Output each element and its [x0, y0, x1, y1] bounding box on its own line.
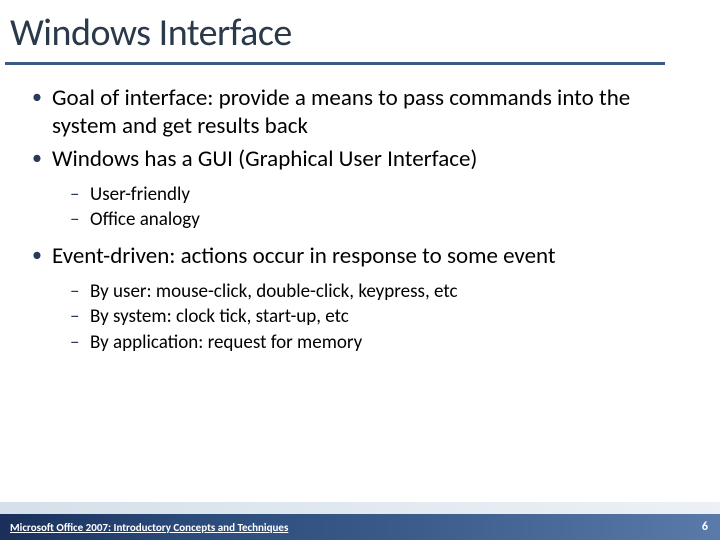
slide-title: Windows Interface [0, 0, 720, 62]
bullet-item: Goal of interface: provide a means to pa… [30, 85, 690, 140]
sub-bullet-text: By application: request for memory [90, 331, 362, 354]
bullet-text: Event-driven: actions occur in response … [52, 242, 556, 270]
sub-bullet-item: By user: mouse-click, double-click, keyp… [70, 279, 690, 305]
sub-bullet-item: By system: clock tick, start-up, etc [70, 304, 690, 330]
bullet-list: Goal of interface: provide a means to pa… [30, 85, 690, 356]
sub-bullet-item: Office analogy [70, 207, 690, 233]
sub-bullet-list: By user: mouse-click, double-click, keyp… [70, 279, 690, 356]
sub-bullet-list: User-friendly Office analogy [70, 182, 690, 233]
sub-bullet-text: By system: clock tick, start-up, etc [90, 305, 349, 328]
sub-bullet-text: Office analogy [90, 208, 200, 231]
bullet-text: Goal of interface: provide a means to pa… [52, 84, 630, 140]
slide: Windows Interface Goal of interface: pro… [0, 0, 720, 540]
sub-bullet-item: By application: request for memory [70, 330, 690, 356]
sub-bullet-text: By user: mouse-click, double-click, keyp… [90, 280, 458, 303]
bullet-item: Event-driven: actions occur in response … [30, 243, 690, 356]
sub-bullet-text: User-friendly [90, 183, 190, 206]
footer-text: Microsoft Office 2007: Introductory Conc… [10, 521, 288, 534]
page-number: 6 [702, 520, 708, 534]
slide-content: Goal of interface: provide a means to pa… [0, 65, 720, 540]
bullet-text: Windows has a GUI (Graphical User Interf… [52, 145, 477, 173]
sub-bullet-item: User-friendly [70, 182, 690, 208]
bullet-item: Windows has a GUI (Graphical User Interf… [30, 146, 690, 233]
footer-bar: Microsoft Office 2007: Introductory Conc… [0, 514, 720, 540]
